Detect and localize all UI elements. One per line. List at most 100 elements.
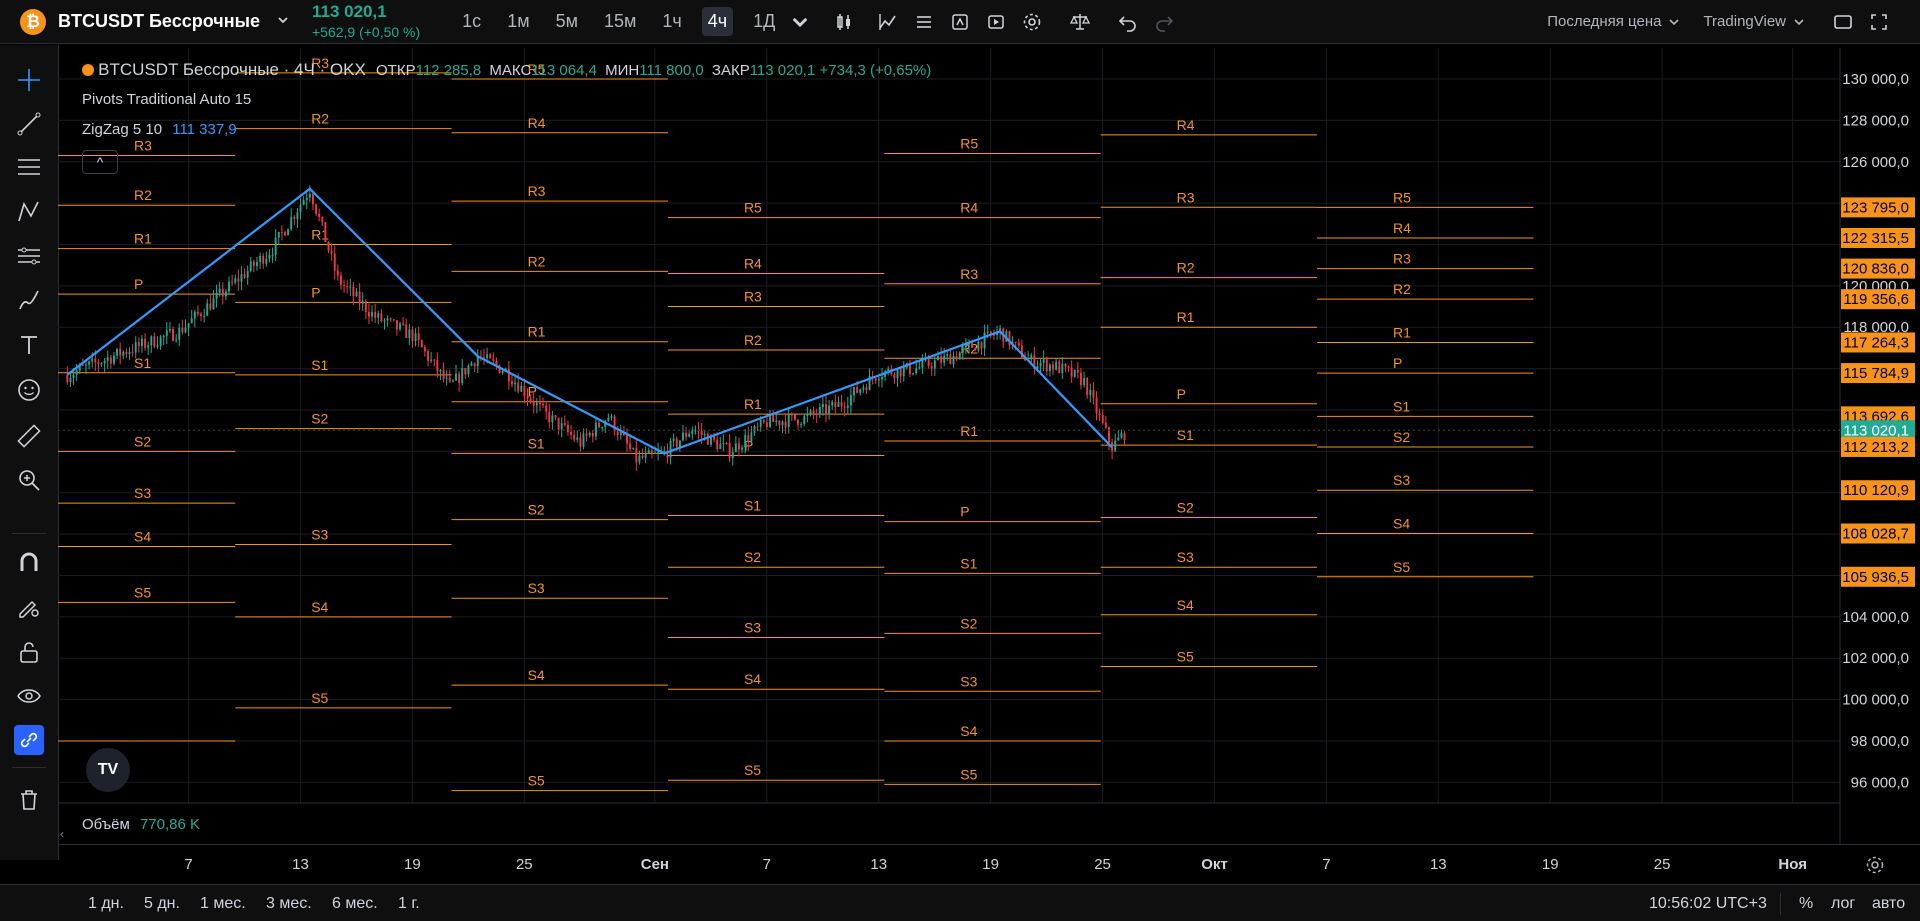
pivot-label: S1 xyxy=(960,555,977,571)
eye-icon[interactable] xyxy=(14,681,44,711)
zoom-in-icon[interactable] xyxy=(14,465,44,495)
timeframe-15m[interactable]: 15м xyxy=(598,7,642,36)
redo-icon[interactable] xyxy=(1153,11,1175,33)
candle-up xyxy=(377,313,380,318)
candle-up xyxy=(305,197,308,201)
magnet-icon[interactable] xyxy=(14,547,44,577)
fibonacci-icon[interactable] xyxy=(14,241,44,271)
candle-up xyxy=(800,424,803,426)
candle-up xyxy=(1089,389,1092,395)
unlock-icon[interactable] xyxy=(14,637,44,667)
range-1d[interactable]: 1 дн. xyxy=(88,895,124,913)
candle-up xyxy=(691,430,694,434)
text-tool-icon[interactable] xyxy=(14,330,44,360)
price-badge-label: 108 028,7 xyxy=(1842,526,1909,543)
source-dropdown[interactable]: TradingView xyxy=(1703,13,1806,30)
candle-up xyxy=(439,369,442,372)
collapse-legend-button[interactable]: ^ xyxy=(82,150,118,174)
price-chart[interactable]: R3 R2 R1 P S1 S2 S3 S4 S5 R3 R2 R1 P S1 S2 S3 S4 S5 R5 R4 R3… xyxy=(0,0,1920,920)
timeframe-1d[interactable]: 1Д xyxy=(747,7,781,36)
candle-up xyxy=(1005,331,1008,342)
chevron-down-icon[interactable] xyxy=(276,13,290,30)
settings-gear-icon[interactable] xyxy=(1021,11,1043,33)
candle-down xyxy=(797,419,799,425)
candle-type-icon[interactable] xyxy=(833,11,855,33)
candle-down xyxy=(423,347,426,352)
range-3m[interactable]: 3 мес. xyxy=(266,895,312,913)
candle-down xyxy=(66,374,69,383)
tradingview-logo[interactable]: TV xyxy=(86,748,130,792)
candle-down xyxy=(473,363,476,367)
pivot-label: R2 xyxy=(1177,260,1195,276)
timeframe-5m[interactable]: 5м xyxy=(550,7,584,36)
link-sync-icon[interactable] xyxy=(14,725,44,755)
trash-icon[interactable] xyxy=(14,785,44,815)
pivot-label: S3 xyxy=(528,580,545,596)
pivots-legend[interactable]: Pivots Traditional Auto 15 xyxy=(82,91,251,108)
pivot-label: S1 xyxy=(1177,427,1194,443)
timeframe-1h[interactable]: 1ч xyxy=(656,7,687,36)
price-badges: 123 795,0 122 315,5 120 836,0 119 356,6 117 … xyxy=(1841,197,1915,587)
zigzag-legend[interactable]: ZigZag 5 10 111 337,9 xyxy=(82,121,237,138)
candle-up xyxy=(215,292,218,299)
log-toggle[interactable]: лог xyxy=(1831,895,1855,913)
candle-up xyxy=(259,255,262,263)
range-5d[interactable]: 5 дн. xyxy=(144,895,180,913)
candle-up xyxy=(682,432,684,441)
horizontal-lines-icon[interactable] xyxy=(14,152,44,182)
candle-up xyxy=(520,385,523,392)
axis-settings-gear-icon[interactable] xyxy=(1864,854,1886,876)
candle-up xyxy=(769,414,772,427)
fullscreen-icon[interactable] xyxy=(1832,11,1854,33)
alert-icon[interactable] xyxy=(949,11,971,33)
candle-up xyxy=(486,354,489,358)
candle-down xyxy=(333,253,336,271)
compare-scales-icon[interactable] xyxy=(1069,11,1091,33)
timeframe-1m[interactable]: 1м xyxy=(501,7,535,36)
indicators-icon[interactable] xyxy=(877,11,899,33)
candle-down xyxy=(1095,397,1098,414)
candle-up xyxy=(1011,341,1014,346)
brush-icon[interactable] xyxy=(14,285,44,315)
candle-up xyxy=(430,359,433,361)
symbol-name[interactable]: BTCUSDT Бессрочные xyxy=(58,11,260,32)
candle-down xyxy=(1017,342,1020,346)
pivot-label: R1 xyxy=(1177,309,1195,325)
price-type-dropdown[interactable]: Последняя цена xyxy=(1547,13,1681,30)
timeframe-1s[interactable]: 1с xyxy=(456,7,487,36)
crosshair-icon[interactable] xyxy=(14,65,44,95)
pivot-label: S2 xyxy=(744,549,761,565)
timeframe-chevron-icon[interactable] xyxy=(789,11,811,33)
layout-list-icon[interactable] xyxy=(913,11,935,33)
candle-up xyxy=(159,336,162,346)
price-badge-label: 120 836,0 xyxy=(1842,261,1909,278)
percent-toggle[interactable]: % xyxy=(1799,895,1813,913)
clock[interactable]: 10:56:02 UTC+3 xyxy=(1649,895,1767,913)
time-axis-bar[interactable] xyxy=(58,844,1920,885)
trend-line-icon[interactable] xyxy=(14,109,44,139)
snapshot-icon[interactable] xyxy=(1868,11,1890,33)
pivot-label: P xyxy=(528,384,537,400)
collapse-toolbar-icon[interactable]: ‹ xyxy=(60,827,64,841)
range-1m[interactable]: 1 мес. xyxy=(200,895,246,913)
candle-up xyxy=(918,367,921,369)
candle-down xyxy=(955,355,958,360)
timeframe-4h[interactable]: 4ч xyxy=(701,7,734,36)
pivot-label: R1 xyxy=(528,324,546,340)
pivot-label: S5 xyxy=(1177,648,1194,664)
candle-up xyxy=(514,382,517,385)
undo-icon[interactable] xyxy=(1117,11,1139,33)
legend-title[interactable]: BTCUSDT Бессрочные · 4Ч · OKX xyxy=(98,60,366,79)
volume-legend[interactable]: Объём 770,86 K xyxy=(82,816,200,833)
candle-up xyxy=(952,355,955,365)
replay-icon[interactable] xyxy=(985,11,1007,33)
pattern-tool-icon[interactable] xyxy=(14,197,44,227)
emoji-icon[interactable] xyxy=(14,375,44,405)
auto-toggle[interactable]: авто xyxy=(1872,895,1905,913)
ruler-icon[interactable] xyxy=(14,421,44,451)
range-6m[interactable]: 6 мес. xyxy=(332,895,378,913)
candle-up xyxy=(831,401,834,406)
lock-drawing-icon[interactable] xyxy=(14,592,44,622)
range-1y[interactable]: 1 г. xyxy=(398,895,420,913)
candle-up xyxy=(240,274,243,282)
